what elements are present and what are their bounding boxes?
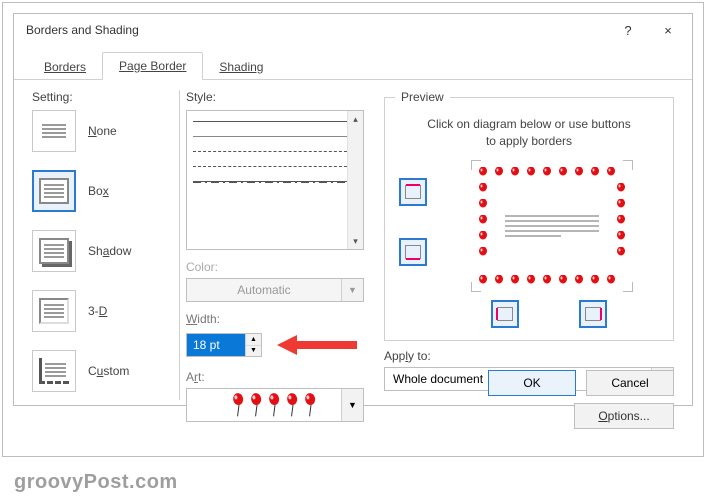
art-bead-icon [616, 183, 626, 193]
art-bead-icon [478, 183, 488, 193]
art-bead-icon [478, 247, 488, 257]
width-input[interactable]: 18 pt [187, 334, 245, 356]
art-bead-icon [478, 275, 488, 285]
titlebar: Borders and Shading ? × [14, 14, 692, 46]
art-bead-icon [616, 231, 626, 241]
setting-3d[interactable]: 3-D [32, 290, 173, 332]
art-bead-icon [494, 275, 504, 285]
watermark: groovyPost.com [14, 471, 178, 494]
border-bottom-toggle[interactable] [399, 238, 427, 266]
color-combo: Automatic ▼ [186, 278, 364, 302]
art-bead-icon [542, 167, 552, 177]
art-bead-icon [616, 247, 626, 257]
art-bead-icon [616, 199, 626, 209]
style-column: Style: ▴ ▾ Color: Automatic ▼ [186, 90, 374, 363]
scroll-up-icon[interactable]: ▴ [347, 111, 363, 127]
art-bead-icon [526, 275, 536, 285]
preview-legend: Preview [395, 90, 450, 104]
setting-shadow[interactable]: Shadow [32, 230, 173, 272]
setting-none[interactable]: None [32, 110, 173, 152]
callout-arrow-icon [272, 330, 362, 360]
dialog-title: Borders and Shading [26, 23, 608, 37]
art-bead-icon [590, 167, 600, 177]
preview-diagram [395, 160, 663, 330]
setting-box[interactable]: Box [32, 170, 173, 212]
tabs: Borders Page Border Shading [14, 46, 692, 80]
art-bead-icon [558, 275, 568, 285]
style-scrollbar[interactable]: ▴ ▾ [347, 111, 363, 249]
dialog-footer: OK Cancel [14, 361, 692, 405]
art-bead-icon [616, 215, 626, 225]
help-button[interactable]: ? [608, 14, 648, 46]
spin-down-icon[interactable]: ▼ [246, 346, 261, 357]
art-bead-icon [494, 167, 504, 177]
art-bead-icon [558, 167, 568, 177]
chevron-down-icon: ▼ [341, 279, 363, 301]
preview-hint: Click on diagram below or use buttonsto … [395, 112, 663, 160]
color-label: Color: [186, 260, 374, 274]
style-label: Style: [186, 90, 374, 104]
art-bead-icon [526, 167, 536, 177]
borders-shading-dialog: Borders and Shading ? × Borders Page Bor… [13, 13, 693, 406]
preview-page[interactable] [477, 166, 627, 286]
preview-group: Preview Click on diagram below or use bu… [384, 90, 674, 341]
setting-column: Setting: None Box Shadow [32, 90, 173, 363]
art-bead-icon [574, 275, 584, 285]
ok-button[interactable]: OK [488, 370, 576, 396]
preview-column: Preview Click on diagram below or use bu… [384, 90, 674, 363]
border-right-toggle[interactable] [579, 300, 607, 328]
art-bead-icon [478, 167, 488, 177]
art-bead-icon [606, 167, 616, 177]
tab-page-border[interactable]: Page Border [102, 52, 203, 80]
tab-shading[interactable]: Shading [203, 54, 279, 80]
spin-up-icon[interactable]: ▲ [246, 334, 261, 346]
scroll-down-icon[interactable]: ▾ [347, 233, 363, 249]
art-bead-icon [478, 215, 488, 225]
art-bead-icon [574, 167, 584, 177]
setting-label: Setting: [32, 90, 173, 104]
border-top-toggle[interactable] [399, 178, 427, 206]
art-bead-icon [590, 275, 600, 285]
width-spinner[interactable]: 18 pt ▲ ▼ [186, 333, 262, 357]
tab-borders[interactable]: Borders [28, 54, 102, 80]
width-label: Width: [186, 312, 374, 326]
art-bead-icon [510, 275, 520, 285]
art-bead-icon [478, 199, 488, 209]
border-left-toggle[interactable] [491, 300, 519, 328]
cancel-button[interactable]: Cancel [586, 370, 674, 396]
options-button[interactable]: Options... [574, 403, 674, 429]
close-button[interactable]: × [648, 14, 688, 46]
art-bead-icon [606, 275, 616, 285]
art-bead-icon [510, 167, 520, 177]
divider [179, 90, 180, 400]
art-bead-icon [478, 231, 488, 241]
style-listbox[interactable]: ▴ ▾ [186, 110, 364, 250]
art-bead-icon [542, 275, 552, 285]
